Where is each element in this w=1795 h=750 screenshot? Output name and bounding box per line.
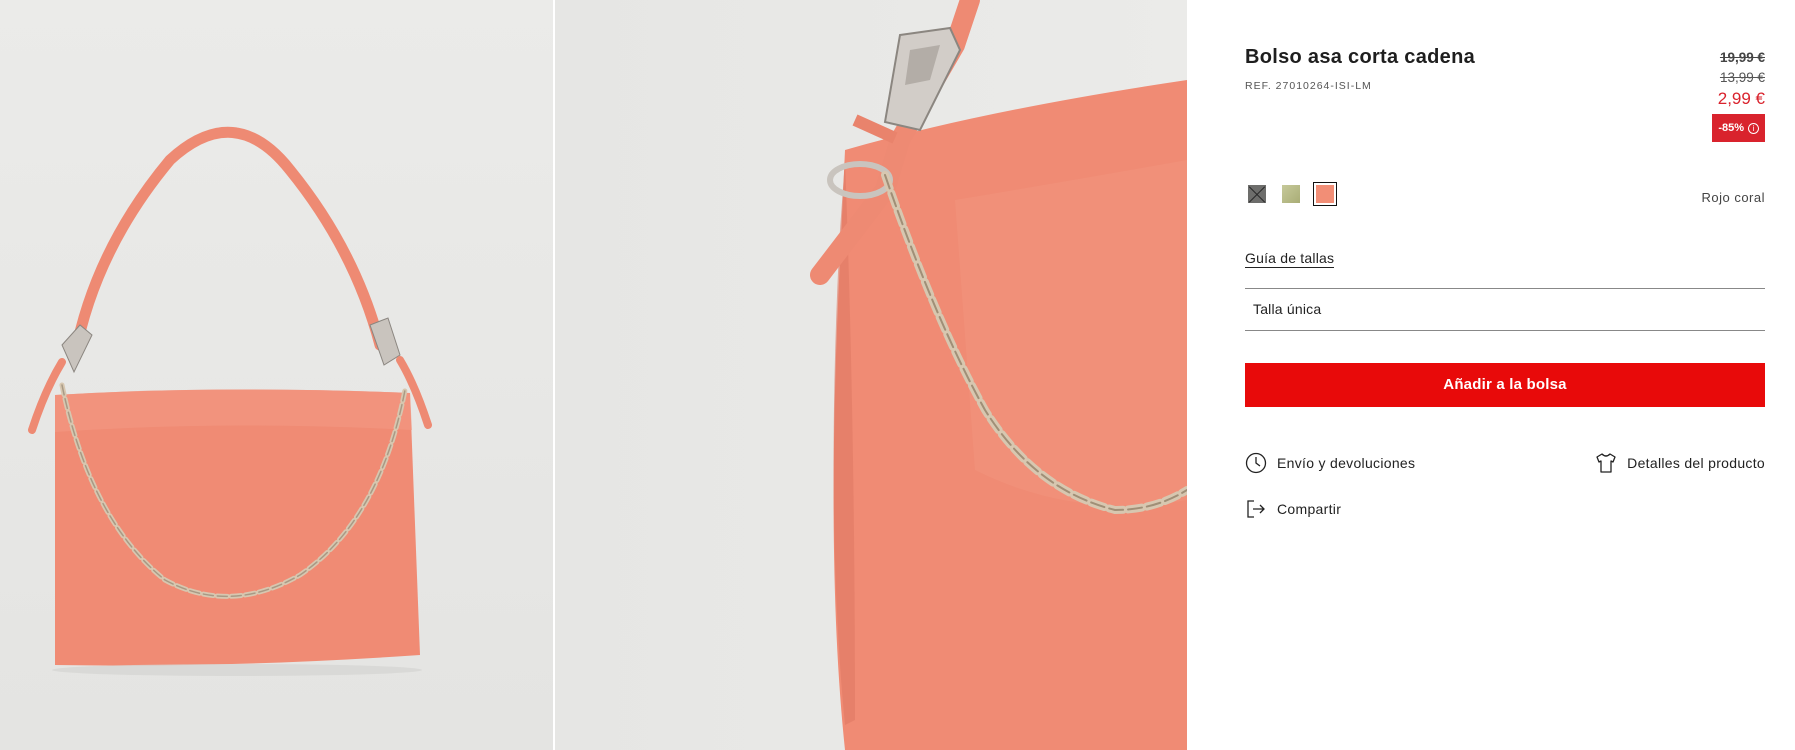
tshirt-icon (1596, 453, 1616, 473)
shipping-returns-link[interactable]: Envío y devoluciones (1245, 452, 1415, 474)
product-details-label: Detalles del producto (1627, 455, 1765, 471)
old-price-original: 19,99 € (1719, 50, 1765, 65)
product-gallery (0, 0, 1187, 750)
product-reference: REF. 27010264-ISI-LM (1245, 80, 1372, 92)
old-price-previous: 13,99 € (1719, 70, 1765, 85)
selected-color-name: Rojo coral (1701, 190, 1765, 205)
add-to-bag-button[interactable]: Añadir a la bolsa (1245, 363, 1765, 407)
color-swatches (1245, 182, 1337, 206)
discount-percent: -85% (1718, 122, 1744, 134)
color-swatch-coral[interactable] (1313, 182, 1337, 206)
shipping-returns-label: Envío y devoluciones (1277, 455, 1416, 471)
share-icon (1247, 500, 1265, 518)
color-swatch-olive[interactable] (1279, 182, 1303, 206)
share-label: Compartir (1277, 501, 1342, 517)
bag-detail-illustration (810, 0, 1187, 750)
size-selector[interactable]: Talla única (1245, 288, 1765, 331)
size-guide-link[interactable]: Guía de tallas (1245, 250, 1335, 268)
color-swatch-grey[interactable] (1245, 182, 1269, 206)
price-block: 19,99 € 13,99 € 2,99 € -85% i (1712, 48, 1765, 142)
product-image-front[interactable] (0, 0, 553, 750)
product-image-detail[interactable] (555, 0, 1187, 750)
bag-front-illustration (28, 126, 432, 676)
current-price: 2,99 € (1717, 89, 1765, 108)
info-icon[interactable]: i (1748, 123, 1759, 134)
clock-icon (1245, 452, 1267, 474)
share-link[interactable]: Compartir (1245, 498, 1341, 520)
product-info-panel: Bolso asa corta cadena REF. 27010264-ISI… (1245, 0, 1765, 750)
product-details-link[interactable]: Detalles del producto (1595, 452, 1765, 474)
discount-badge[interactable]: -85% i (1712, 114, 1765, 142)
product-title: Bolso asa corta cadena (1245, 46, 1476, 68)
